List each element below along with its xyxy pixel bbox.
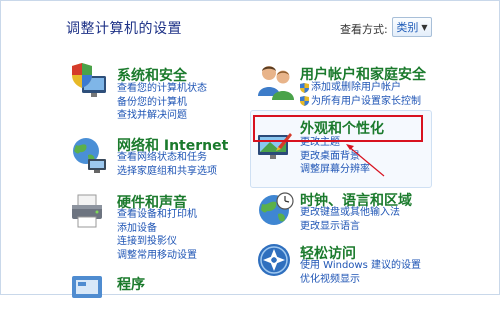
link-troubleshoot[interactable]: 查找并解决问题 xyxy=(117,109,207,123)
link-network-status[interactable]: 查看网络状态和任务 xyxy=(117,151,217,165)
users-icon xyxy=(258,66,294,100)
link-optimize-visual-display[interactable]: 优化视频显示 xyxy=(300,273,421,287)
view-by-value: 类别 xyxy=(396,21,419,34)
chevron-down-icon: ▼ xyxy=(421,22,428,32)
ease-of-access-icon xyxy=(258,244,290,276)
link-backup-computer[interactable]: 备份您的计算机 xyxy=(117,96,207,110)
link-change-keyboard-input[interactable]: 更改键盘或其他输入法 xyxy=(300,206,400,220)
printer-icon xyxy=(72,194,102,228)
view-by-label: 查看方式: xyxy=(340,23,388,36)
shield-computer-icon xyxy=(72,63,106,97)
programs-icon xyxy=(72,276,102,298)
page-title: 调整计算机的设置 xyxy=(66,21,182,37)
link-change-display-language[interactable]: 更改显示语言 xyxy=(300,220,400,234)
network-globe-icon xyxy=(73,138,106,173)
link-add-device[interactable]: 添加设备 xyxy=(117,222,197,236)
link-parental-controls-label: 为所有用户设置家长控制 xyxy=(311,95,421,107)
link-homegroup-sharing[interactable]: 选择家庭组和共享选项 xyxy=(117,165,217,179)
uac-shield-icon xyxy=(300,96,309,107)
link-add-remove-accounts-label: 添加或删除用户帐户 xyxy=(311,82,401,93)
view-by-select[interactable]: 类别 ▼ xyxy=(392,17,432,37)
link-view-computer-status[interactable]: 查看您的计算机状态 xyxy=(117,82,207,96)
annotation-highlight-box xyxy=(253,115,423,142)
annotation-arrow-icon xyxy=(346,144,385,177)
link-recommended-settings[interactable]: 使用 Windows 建议的设置 xyxy=(300,259,421,273)
link-mobility-settings[interactable]: 调整常用移动设置 xyxy=(117,249,197,263)
link-devices-printers[interactable]: 查看设备和打印机 xyxy=(117,208,197,222)
link-parental-controls[interactable]: 为所有用户设置家长控制 xyxy=(300,95,421,109)
uac-shield-icon xyxy=(300,82,309,93)
link-connect-projector[interactable]: 连接到投影仪 xyxy=(117,235,197,249)
clock-globe-icon xyxy=(259,192,294,225)
category-title-programs[interactable]: 程序 xyxy=(117,274,145,294)
link-add-remove-accounts[interactable]: 添加或删除用户帐户 xyxy=(300,81,421,95)
